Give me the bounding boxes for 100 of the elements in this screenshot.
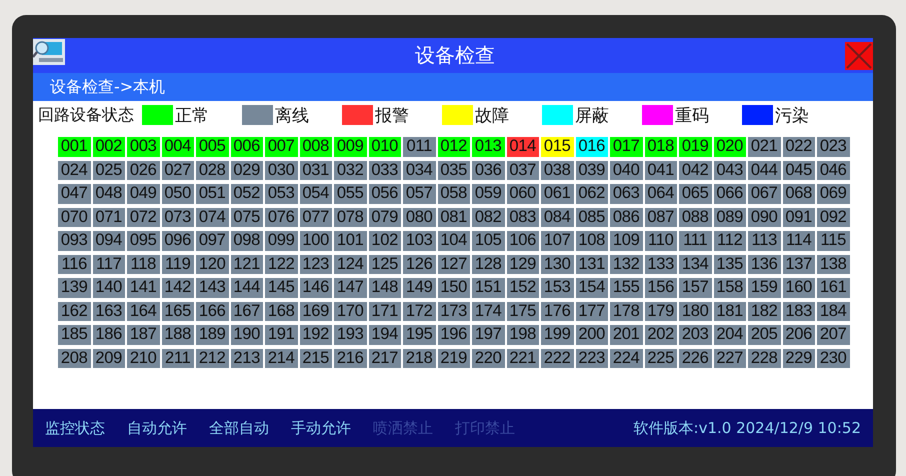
device-cell[interactable]: 175 — [506, 302, 539, 321]
device-cell[interactable]: 018 — [644, 137, 677, 156]
device-cell[interactable]: 229 — [782, 348, 815, 368]
device-cell[interactable]: 187 — [127, 325, 160, 344]
device-cell[interactable]: 085 — [576, 208, 608, 227]
device-cell[interactable]: 228 — [748, 348, 780, 368]
device-cell[interactable]: 210 — [127, 348, 160, 368]
device-cell[interactable]: 008 — [300, 137, 332, 156]
device-cell[interactable]: 108 — [576, 231, 608, 250]
device-cell[interactable]: 176 — [541, 302, 574, 321]
device-cell[interactable]: 073 — [162, 208, 194, 227]
device-cell[interactable]: 094 — [92, 231, 125, 250]
device-cell[interactable]: 201 — [610, 325, 642, 344]
device-cell[interactable]: 170 — [334, 302, 366, 321]
device-cell[interactable]: 043 — [714, 160, 746, 180]
device-cell[interactable]: 056 — [368, 184, 401, 204]
device-cell[interactable]: 213 — [230, 348, 263, 368]
device-cell[interactable]: 189 — [196, 325, 228, 344]
device-cell[interactable]: 062 — [576, 184, 608, 204]
device-cell[interactable]: 057 — [403, 184, 436, 204]
device-cell[interactable]: 007 — [265, 137, 298, 156]
device-cell[interactable]: 148 — [368, 278, 401, 298]
device-cell[interactable]: 124 — [334, 254, 366, 274]
device-cell[interactable]: 143 — [196, 278, 228, 298]
device-cell[interactable]: 104 — [438, 231, 470, 250]
device-cell[interactable]: 033 — [368, 160, 401, 180]
device-cell[interactable]: 140 — [92, 278, 125, 298]
device-cell[interactable]: 055 — [334, 184, 366, 204]
device-cell[interactable]: 096 — [162, 231, 194, 250]
device-cell[interactable]: 099 — [265, 231, 298, 250]
device-cell[interactable]: 032 — [334, 160, 366, 180]
device-cell[interactable]: 125 — [368, 254, 401, 274]
device-cell[interactable]: 047 — [58, 184, 90, 204]
device-cell[interactable]: 188 — [162, 325, 194, 344]
device-cell[interactable]: 158 — [714, 278, 746, 298]
device-cell[interactable]: 021 — [748, 137, 780, 156]
device-cell[interactable]: 025 — [92, 160, 125, 180]
device-cell[interactable]: 026 — [127, 160, 160, 180]
device-cell[interactable]: 128 — [472, 254, 504, 274]
device-cell[interactable]: 131 — [576, 254, 608, 274]
device-cell[interactable]: 103 — [403, 231, 436, 250]
device-cell[interactable]: 181 — [714, 302, 746, 321]
device-cell[interactable]: 135 — [714, 254, 746, 274]
device-cell[interactable]: 078 — [334, 208, 366, 227]
device-cell[interactable]: 218 — [403, 348, 436, 368]
device-cell[interactable]: 149 — [403, 278, 436, 298]
device-cell[interactable]: 200 — [576, 325, 608, 344]
device-cell[interactable]: 174 — [472, 302, 504, 321]
device-cell[interactable]: 050 — [162, 184, 194, 204]
device-cell[interactable]: 065 — [679, 184, 712, 204]
device-cell[interactable]: 154 — [576, 278, 608, 298]
device-cell[interactable]: 024 — [58, 160, 90, 180]
device-cell[interactable]: 160 — [782, 278, 815, 298]
device-cell[interactable]: 159 — [748, 278, 780, 298]
device-cell[interactable]: 219 — [438, 348, 470, 368]
device-cell[interactable]: 041 — [644, 160, 677, 180]
device-cell[interactable]: 155 — [610, 278, 642, 298]
device-cell[interactable]: 109 — [610, 231, 642, 250]
device-cell[interactable]: 224 — [610, 348, 642, 368]
device-cell[interactable]: 133 — [644, 254, 677, 274]
device-cell[interactable]: 076 — [265, 208, 298, 227]
device-cell[interactable]: 102 — [368, 231, 401, 250]
device-cell[interactable]: 022 — [782, 137, 815, 156]
device-cell[interactable]: 031 — [300, 160, 332, 180]
device-cell[interactable]: 044 — [748, 160, 780, 180]
device-cell[interactable]: 173 — [438, 302, 470, 321]
device-cell[interactable]: 051 — [196, 184, 228, 204]
device-cell[interactable]: 082 — [472, 208, 504, 227]
device-cell[interactable]: 034 — [403, 160, 436, 180]
device-cell[interactable]: 191 — [265, 325, 298, 344]
device-cell[interactable]: 028 — [196, 160, 228, 180]
device-cell[interactable]: 120 — [196, 254, 228, 274]
device-cell[interactable]: 230 — [817, 348, 850, 368]
device-cell[interactable]: 042 — [679, 160, 712, 180]
device-cell[interactable]: 123 — [300, 254, 332, 274]
device-cell[interactable]: 067 — [748, 184, 780, 204]
device-cell[interactable]: 081 — [438, 208, 470, 227]
device-cell[interactable]: 146 — [300, 278, 332, 298]
device-cell[interactable]: 223 — [576, 348, 608, 368]
device-cell[interactable]: 110 — [644, 231, 677, 250]
device-cell[interactable]: 186 — [92, 325, 125, 344]
device-cell[interactable]: 084 — [541, 208, 574, 227]
device-cell[interactable]: 040 — [610, 160, 642, 180]
device-cell[interactable]: 225 — [644, 348, 677, 368]
device-cell[interactable]: 011 — [403, 137, 436, 156]
device-cell[interactable]: 194 — [368, 325, 401, 344]
device-cell[interactable]: 074 — [196, 208, 228, 227]
device-cell[interactable]: 137 — [782, 254, 815, 274]
device-cell[interactable]: 016 — [576, 137, 608, 156]
device-cell[interactable]: 205 — [748, 325, 780, 344]
device-cell[interactable]: 139 — [58, 278, 90, 298]
device-cell[interactable]: 068 — [782, 184, 815, 204]
device-cell[interactable]: 049 — [127, 184, 160, 204]
device-cell[interactable]: 183 — [782, 302, 815, 321]
device-cell[interactable]: 010 — [368, 137, 401, 156]
device-cell[interactable]: 017 — [610, 137, 642, 156]
device-cell[interactable]: 215 — [300, 348, 332, 368]
device-cell[interactable]: 216 — [334, 348, 366, 368]
device-cell[interactable]: 151 — [472, 278, 504, 298]
device-cell[interactable]: 052 — [230, 184, 263, 204]
